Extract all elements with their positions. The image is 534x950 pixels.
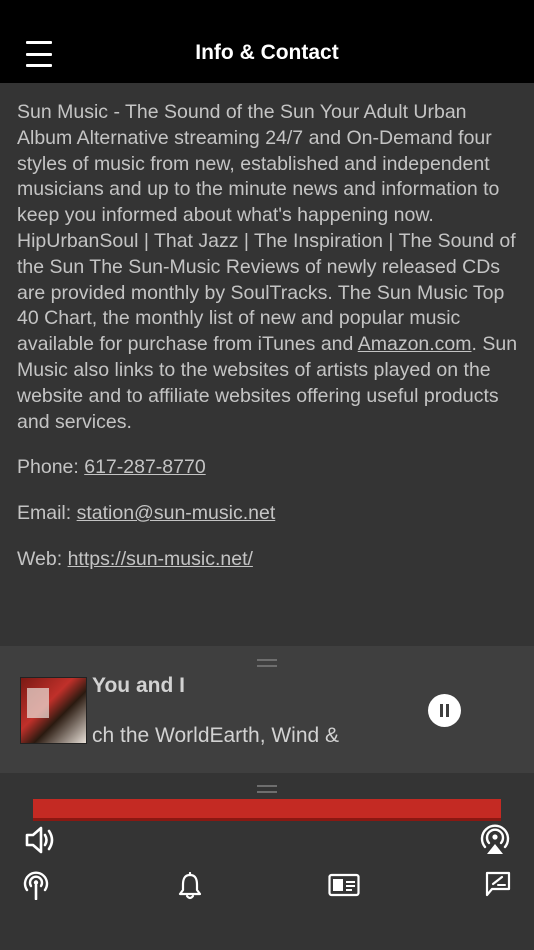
podcast-icon[interactable] (22, 870, 50, 900)
phone-line: Phone: 617-287-8770 (17, 455, 520, 481)
track-artist: ch the WorldEarth, Wind & (92, 724, 340, 747)
panel-drag-handle-icon[interactable] (257, 785, 277, 793)
drag-handle-icon[interactable] (257, 659, 277, 667)
top-bar: Info & Contact (0, 0, 534, 83)
web-link[interactable]: https://sun-music.net/ (68, 548, 253, 570)
email-line: Email: station@sun-music.net (17, 501, 520, 527)
email-label: Email: (17, 502, 77, 525)
volume-icon[interactable] (24, 825, 56, 855)
track-title: You and I (92, 674, 185, 697)
amazon-link[interactable]: Amazon.com (358, 333, 472, 355)
mini-player[interactable]: You and I ch the WorldEarth, Wind & (0, 646, 534, 773)
phone-link[interactable]: 617-287-8770 (84, 456, 205, 478)
phone-label: Phone: (17, 456, 85, 479)
pause-button[interactable] (428, 694, 461, 727)
contact-card-icon[interactable] (328, 873, 360, 897)
bell-icon[interactable] (178, 872, 202, 900)
album-art (20, 677, 87, 744)
banner-image (33, 799, 501, 821)
bottom-panel (0, 773, 534, 950)
airplay-icon[interactable] (478, 822, 512, 856)
about-paragraph: Sun Music - The Sound of the Sun Your Ad… (17, 100, 520, 435)
about-text-start: Sun Music - The Sound of the Sun Your Ad… (17, 101, 516, 356)
info-content: Sun Music - The Sound of the Sun Your Ad… (17, 100, 520, 593)
web-line: Web: https://sun-music.net/ (17, 547, 520, 573)
web-label: Web: (17, 547, 68, 570)
email-link[interactable]: station@sun-music.net (77, 502, 276, 524)
feedback-icon[interactable] (484, 870, 512, 898)
page-title: Info & Contact (195, 41, 339, 64)
